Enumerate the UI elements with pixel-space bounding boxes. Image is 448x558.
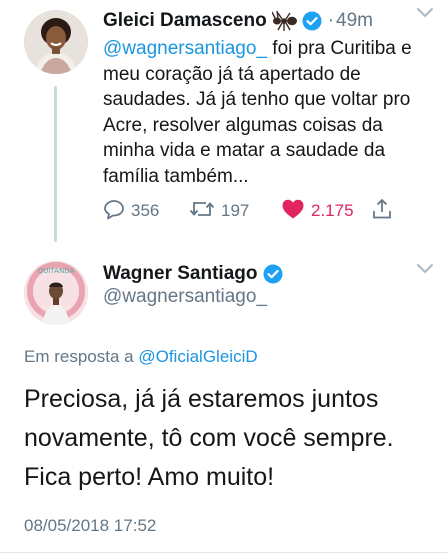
- like-button[interactable]: 2.175: [281, 196, 354, 226]
- verified-badge-icon: [302, 11, 322, 31]
- divider: [0, 552, 448, 553]
- share-icon: [371, 198, 393, 225]
- chevron-down-icon[interactable]: [416, 6, 434, 25]
- reply-to-link[interactable]: @OficialGleiciD: [138, 347, 257, 366]
- ant-icon: [271, 10, 298, 32]
- tweet-header: Gleici Damasceno · 49m: [103, 6, 434, 36]
- tweet-time[interactable]: 49m: [336, 10, 373, 32]
- retweet-count: 197: [221, 201, 250, 220]
- avatar[interactable]: QUITANDA: [24, 261, 88, 325]
- chevron-down-icon[interactable]: [416, 262, 434, 281]
- mention-link[interactable]: @wagnersantiago_: [103, 38, 267, 59]
- reply-button[interactable]: 356: [103, 196, 159, 226]
- share-button[interactable]: [371, 196, 393, 226]
- tweet-thread: Gleici Damasceno · 49m @wagnersantiago_ …: [0, 0, 448, 558]
- avatar[interactable]: [24, 10, 88, 74]
- reply-context: Em resposta a @OficialGleiciD: [24, 347, 258, 367]
- thread-connector: [54, 86, 57, 242]
- retweet-button[interactable]: 197: [189, 196, 249, 226]
- like-count: 2.175: [311, 201, 354, 220]
- tweet-text-content: foi pra Curitiba e meu coração já tá ape…: [103, 38, 412, 187]
- author-name[interactable]: Gleici Damasceno: [103, 10, 267, 32]
- retweet-icon: [189, 198, 215, 225]
- heart-icon: [281, 198, 305, 225]
- reply-prefix: Em resposta a: [24, 347, 134, 366]
- author-name[interactable]: Wagner Santiago: [103, 263, 257, 285]
- tweet-actions: 356 197 2.175: [103, 196, 403, 226]
- tweet-original[interactable]: Gleici Damasceno · 49m @wagnersantiago_ …: [0, 0, 448, 250]
- tweet-text: Preciosa, já já estaremos juntos novamen…: [24, 385, 394, 491]
- reply-count: 356: [131, 201, 160, 220]
- separator-dot: ·: [327, 10, 335, 31]
- avatar-lettering: QUITANDA: [38, 267, 75, 275]
- tweet-text: @wagnersantiago_ foi pra Curitiba e meu …: [103, 36, 423, 189]
- reply-icon: [103, 198, 125, 225]
- author-handle[interactable]: @wagnersantiago_: [103, 286, 267, 308]
- tweet-timestamp[interactable]: 08/05/2018 17:52: [24, 516, 156, 536]
- verified-badge-icon: [263, 264, 283, 284]
- tweet-header: Wagner Santiago: [103, 260, 283, 288]
